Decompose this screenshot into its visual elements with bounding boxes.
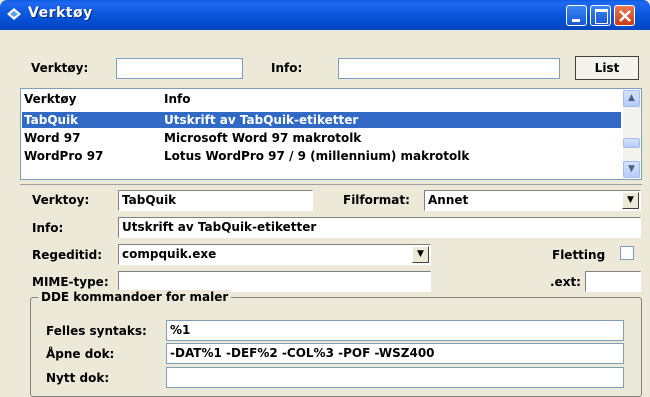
list-item[interactable]: Word 97 Microsoft Word 97 makrotolk	[22, 130, 621, 146]
verktoy-label: Verktoy:	[32, 193, 90, 207]
filformat-value: Annet	[428, 193, 469, 207]
list-button[interactable]: List	[575, 56, 639, 80]
regeditid-value: compquik.exe	[122, 247, 217, 261]
nytt-dok-field[interactable]	[166, 367, 624, 388]
header-verktoy: Verktøy	[24, 92, 77, 106]
ext-label: .ext:	[550, 275, 581, 289]
info-filter-label: Info:	[271, 61, 303, 75]
close-button[interactable]	[614, 5, 635, 26]
regeditid-label: Regeditid:	[32, 248, 103, 262]
regeditid-select[interactable]: compquik.exe ▼	[118, 244, 431, 265]
scroll-up-icon[interactable]: ▲	[623, 90, 640, 107]
list-scrollbar[interactable]: ▲ ▼	[623, 90, 640, 178]
list-item-tool: WordPro 97	[24, 149, 104, 163]
regeditid-dropdown-icon[interactable]: ▼	[412, 246, 429, 263]
ext-field[interactable]	[585, 271, 641, 292]
maximize-icon	[595, 9, 608, 24]
app-icon	[7, 8, 21, 20]
info-label: Info:	[32, 221, 64, 235]
info-field[interactable]: Utskrift av TabQuik-etiketter	[118, 217, 641, 238]
filformat-label: Filformat:	[343, 193, 410, 207]
list-item[interactable]: TabQuik Utskrift av TabQuik-etiketter	[22, 112, 621, 128]
minimize-button[interactable]	[566, 5, 587, 26]
list-item-tool: TabQuik	[24, 113, 79, 127]
scroll-thumb[interactable]	[623, 138, 640, 148]
apne-dok-field[interactable]: -DAT%1 -DEF%2 -COL%3 -POF -WSZ400	[166, 343, 624, 364]
filformat-select[interactable]: Annet ▼	[424, 190, 641, 211]
apne-dok-label: Åpne dok:	[46, 347, 115, 361]
mime-type-label: MIME-type:	[32, 275, 109, 289]
header-info: Info	[164, 92, 191, 106]
list-item-info: Microsoft Word 97 makrotolk	[164, 131, 362, 145]
close-icon	[619, 10, 631, 22]
fletting-checkbox[interactable]	[620, 246, 634, 260]
tool-list[interactable]: Verktøy Info TabQuik Utskrift av TabQuik…	[20, 88, 642, 180]
list-item-info: Lotus WordPro 97 / 9 (millennium) makrot…	[164, 149, 470, 163]
verktoy-filter-label: Verktøy:	[31, 61, 89, 75]
maximize-button[interactable]	[590, 5, 611, 26]
filformat-dropdown-icon[interactable]: ▼	[622, 192, 639, 209]
separator	[20, 184, 642, 185]
verktoy-field[interactable]: TabQuik	[118, 190, 313, 211]
verktoy-filter-input[interactable]	[116, 58, 243, 79]
list-item[interactable]: WordPro 97 Lotus WordPro 97 / 9 (millenn…	[22, 148, 621, 164]
minimize-icon	[572, 19, 580, 22]
mime-type-field[interactable]	[118, 271, 431, 292]
list-item-info: Utskrift av TabQuik-etiketter	[164, 113, 359, 127]
scroll-down-icon[interactable]: ▼	[623, 161, 640, 178]
title-bar	[0, 0, 650, 30]
felles-syntaks-label: Felles syntaks:	[46, 324, 147, 338]
felles-syntaks-field[interactable]: %1	[166, 320, 624, 341]
info-filter-input[interactable]	[338, 58, 560, 79]
dde-group-title: DDE kommandoer for maler	[38, 290, 232, 304]
fletting-label: Fletting	[552, 248, 606, 262]
window-title: Verktøy	[28, 5, 93, 21]
list-header: Verktøy Info	[22, 91, 621, 107]
list-item-tool: Word 97	[24, 131, 81, 145]
